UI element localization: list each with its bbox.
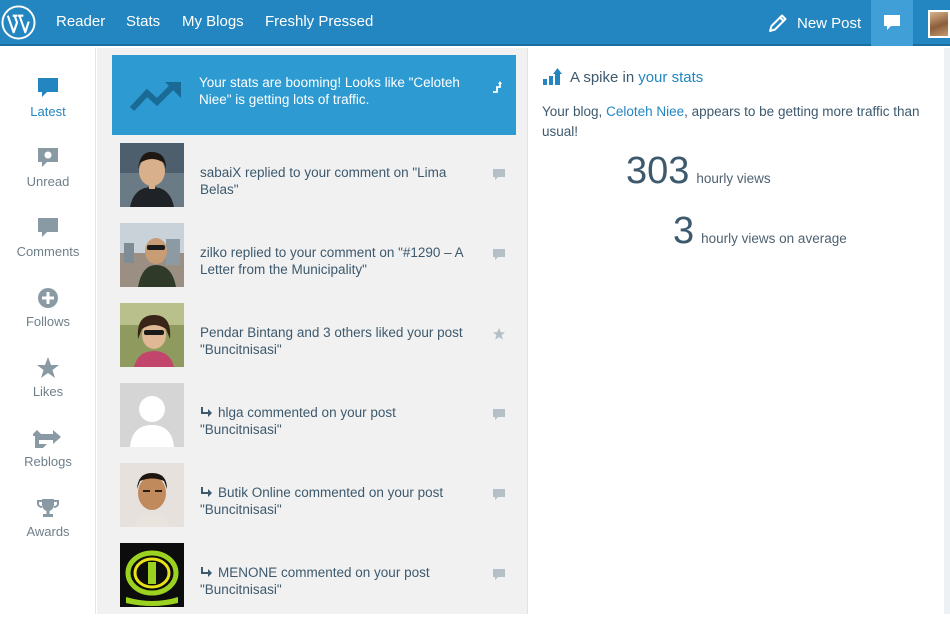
filter-likes-label: Likes (32, 384, 64, 399)
trophy-icon (37, 499, 59, 517)
note-text: Butik Online commented on your post "Bun… (200, 484, 475, 518)
list-item[interactable]: MENONE commented on your post "Buncitnis… (111, 543, 516, 623)
detail-body-pre: Your blog, (542, 104, 603, 119)
avatar (120, 303, 184, 367)
avatar (120, 463, 184, 527)
comment-icon (493, 569, 505, 580)
avatar (120, 223, 184, 287)
nav-freshly-pressed[interactable]: Freshly Pressed (265, 13, 373, 30)
average-views-value: 3 (673, 210, 695, 252)
list-item[interactable]: hlga commented on your post "Buncitnisas… (111, 383, 516, 463)
nav-reader[interactable]: Reader (56, 13, 105, 30)
list-item[interactable]: zilko replied to your comment on "#1290 … (111, 223, 516, 303)
your-stats-link[interactable]: your stats (638, 69, 703, 86)
note-text-body: MENONE commented on your post "Buncitnis… (200, 565, 430, 597)
wordpress-logo-icon[interactable] (1, 5, 36, 40)
top-bar: Reader Stats My Blogs Freshly Pressed Ne… (0, 0, 950, 46)
average-views-label: hourly views on average (701, 231, 847, 246)
filter-latest[interactable]: Latest (0, 76, 96, 136)
filter-comments-label: Comments (16, 244, 80, 259)
detail-body: Your blog, Celoteh Niee, appears to be g… (542, 102, 937, 142)
detail-title-prefix: A spike in (570, 68, 635, 86)
filter-unread[interactable]: Unread (0, 146, 96, 206)
note-text: MENONE commented on your post "Buncitnis… (200, 564, 475, 598)
hourly-views-value: 303 (626, 150, 690, 192)
notifications-button[interactable] (871, 0, 913, 46)
note-text: hlga commented on your post "Buncitnisas… (200, 404, 475, 438)
filter-unread-label: Unread (26, 174, 70, 189)
reply-arrow-icon (201, 487, 212, 497)
notes-filter-sidebar: Latest Unread Comments Follows Likes Reb… (0, 48, 96, 614)
reblog-icon (33, 430, 61, 448)
note-text: Your stats are booming! Looks like "Celo… (199, 75, 460, 107)
speech-bubble-icon (38, 78, 58, 97)
comment-icon (493, 169, 505, 180)
filter-reblogs[interactable]: Reblogs (0, 426, 96, 486)
avatar (120, 143, 184, 207)
reply-arrow-icon (201, 567, 212, 577)
note-detail-pane: A spike in your stats Your blog, Celoteh… (528, 48, 950, 614)
note-text: zilko replied to your comment on "#1290 … (200, 245, 463, 277)
trend-up-icon (129, 82, 181, 112)
stats-spike-icon (543, 68, 562, 85)
comment-icon (493, 489, 505, 500)
filter-reblogs-label: Reblogs (24, 454, 72, 469)
reply-arrow-icon (201, 407, 212, 417)
note-text-body: Butik Online commented on your post "Bun… (200, 485, 444, 517)
blog-link[interactable]: Celoteh Niee (606, 104, 684, 119)
list-item[interactable]: Pendar Bintang and 3 others liked your p… (111, 303, 516, 383)
speech-bubble-icon (884, 15, 900, 30)
star-icon (37, 357, 59, 378)
notes-list: Your stats are booming! Looks like "Celo… (97, 48, 528, 614)
detail-title: A spike in your stats (542, 68, 703, 86)
avatar (120, 383, 184, 447)
note-stats-spike[interactable]: Your stats are booming! Looks like "Celo… (112, 55, 516, 135)
new-post-button[interactable]: New Post (767, 12, 861, 34)
filter-comments[interactable]: Comments (0, 216, 96, 276)
note-text: Pendar Bintang and 3 others liked your p… (200, 325, 463, 357)
plus-circle-icon (38, 288, 58, 308)
filter-awards-label: Awards (26, 524, 70, 539)
average-views-stat: 3 hourly views on average (673, 210, 847, 253)
hourly-views-label: hourly views (696, 171, 771, 186)
filter-awards[interactable]: Awards (0, 496, 96, 556)
filter-latest-label: Latest (30, 104, 66, 119)
nav-my-blogs[interactable]: My Blogs (182, 13, 244, 30)
filter-follows[interactable]: Follows (0, 286, 96, 346)
avatar (120, 543, 184, 607)
new-post-label: New Post (797, 14, 862, 32)
note-text-body: hlga commented on your post "Buncitnisas… (200, 405, 396, 437)
hourly-views-stat: 303 hourly views (626, 150, 771, 193)
trend-up-small-icon (493, 81, 502, 93)
comment-icon (493, 409, 505, 420)
user-avatar[interactable] (928, 10, 950, 38)
comment-icon (493, 249, 505, 260)
nav-stats[interactable]: Stats (126, 13, 160, 30)
list-item[interactable]: sabaiX replied to your comment on "Lima … (111, 143, 516, 223)
filter-likes[interactable]: Likes (0, 356, 96, 416)
note-text: sabaiX replied to your comment on "Lima … (200, 165, 447, 197)
comment-icon (38, 218, 58, 237)
pencil-icon (769, 14, 787, 32)
list-item[interactable]: Butik Online commented on your post "Bun… (111, 463, 516, 543)
star-icon (493, 328, 505, 340)
scrollbar-track[interactable] (944, 48, 950, 614)
unread-icon (38, 148, 58, 167)
filter-follows-label: Follows (25, 314, 71, 329)
